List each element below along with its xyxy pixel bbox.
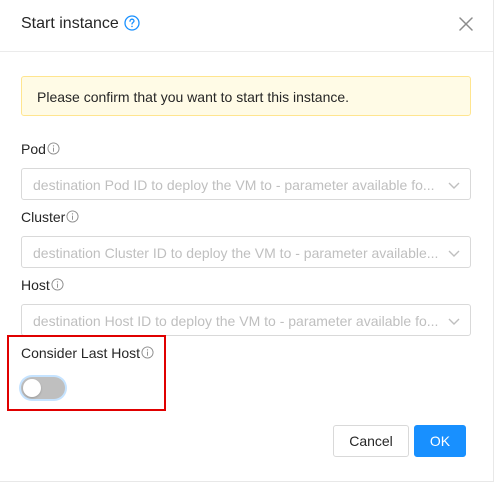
switch-knob — [23, 379, 41, 397]
ok-button[interactable]: OK — [414, 425, 466, 457]
pod-label: Pod — [21, 141, 60, 157]
confirmation-alert: Please confirm that you want to start th… — [21, 76, 471, 116]
cluster-label: Cluster — [21, 209, 79, 225]
info-circle-icon[interactable] — [66, 210, 79, 223]
cluster-select[interactable]: destination Cluster ID to deploy the VM … — [21, 236, 471, 268]
cluster-select-placeholder: destination Cluster ID to deploy the VM … — [33, 245, 439, 261]
question-circle-icon[interactable] — [124, 15, 140, 31]
consider-last-host-switch[interactable] — [21, 377, 65, 399]
info-circle-icon[interactable] — [141, 346, 154, 359]
info-circle-icon[interactable] — [51, 278, 64, 291]
host-select-placeholder: destination Host ID to deploy the VM to … — [33, 313, 439, 329]
dialog-header: Start instance — [0, 0, 493, 52]
chevron-down-icon — [448, 318, 460, 325]
alert-message: Please confirm that you want to start th… — [37, 89, 350, 105]
pod-select-placeholder: destination Pod ID to deploy the VM to -… — [33, 177, 435, 193]
dialog-title: Start instance — [21, 15, 119, 32]
pod-label-text: Pod — [21, 141, 46, 157]
chevron-down-icon — [448, 250, 460, 257]
consider-last-host-label: Consider Last Host — [21, 345, 154, 361]
info-circle-icon[interactable] — [47, 142, 60, 155]
host-label: Host — [21, 277, 64, 293]
host-label-text: Host — [21, 277, 50, 293]
chevron-down-icon — [448, 182, 460, 189]
close-icon[interactable] — [459, 17, 473, 31]
cancel-button[interactable]: Cancel — [333, 425, 409, 457]
start-instance-dialog: Start instance Please confirm that you w… — [0, 0, 494, 482]
consider-last-host-label-text: Consider Last Host — [21, 345, 141, 361]
host-select[interactable]: destination Host ID to deploy the VM to … — [21, 304, 471, 336]
cluster-label-text: Cluster — [21, 209, 66, 225]
pod-select[interactable]: destination Pod ID to deploy the VM to -… — [21, 168, 471, 200]
